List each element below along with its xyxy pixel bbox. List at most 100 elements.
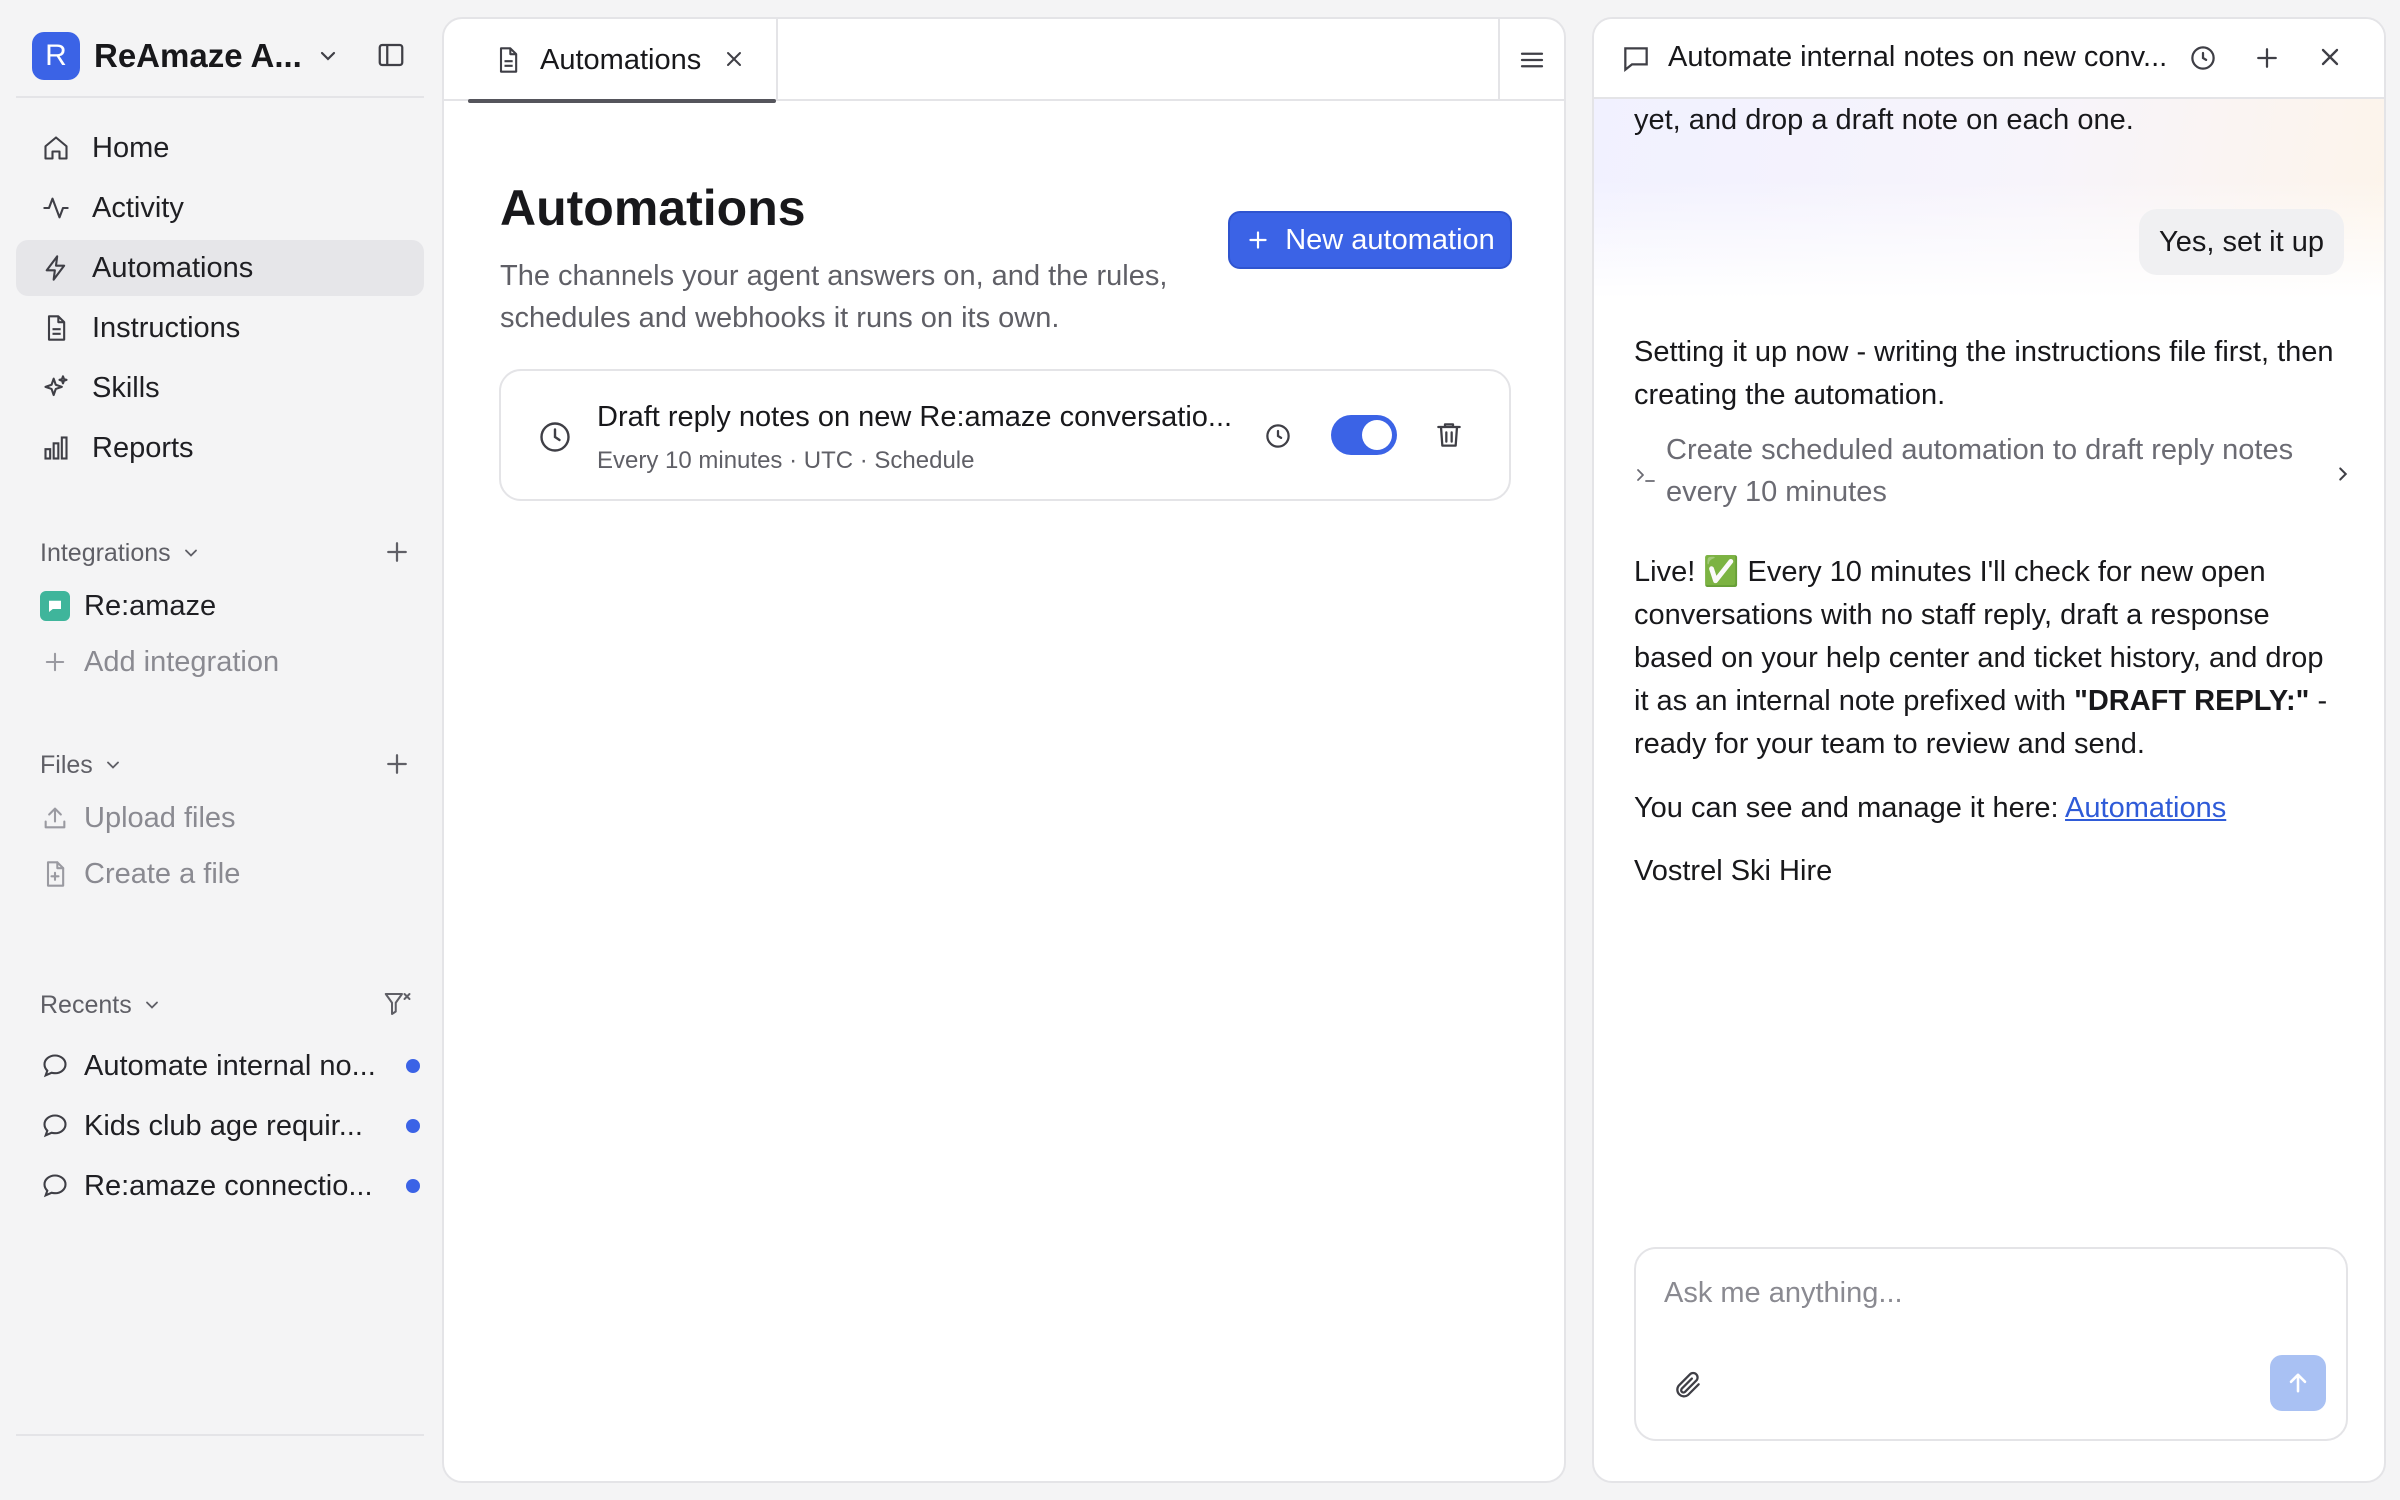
close-tab-icon[interactable] <box>722 47 746 71</box>
confirmation-line: it as an internal note prefixed with "DR… <box>1634 680 2354 723</box>
new-chat-plus-icon[interactable] <box>2252 43 2282 73</box>
close-icon[interactable] <box>2316 43 2344 71</box>
chevron-right-icon <box>2332 463 2354 485</box>
sidebar-divider <box>16 96 424 98</box>
tool-call-label: Create scheduled automation to draft rep… <box>1666 434 2294 508</box>
upload-files-button[interactable]: Upload files <box>40 794 420 842</box>
create-file-label: Create a file <box>84 857 241 890</box>
recent-item[interactable]: Re:amaze connectio... <box>40 1162 420 1210</box>
integrations-header[interactable]: Integrations <box>40 533 412 573</box>
confirmation-line: based on your help center and ticket his… <box>1634 642 2324 674</box>
file-plus-icon <box>40 859 70 889</box>
tab-automations[interactable]: Automations <box>468 19 778 103</box>
recents-header-label: Recents <box>40 990 132 1019</box>
confirmation-line: Live! ✅ Every 10 minutes I'll check for … <box>1634 556 2266 588</box>
nav-label-automations: Automations <box>92 251 254 284</box>
automation-enabled-toggle[interactable] <box>1331 415 1397 455</box>
add-integration-button[interactable]: Add integration <box>40 638 420 686</box>
upload-icon <box>40 803 70 833</box>
automations-panel: Automations Automations The channels you… <box>442 17 1566 1483</box>
confirmation-text: it as an internal note prefixed with <box>1634 685 2075 717</box>
filter-icon[interactable] <box>382 989 412 1019</box>
sparkles-icon <box>40 372 72 404</box>
nav-label-home: Home <box>92 131 170 164</box>
tool-call-row[interactable]: Create scheduled automation to draft rep… <box>1634 427 2354 523</box>
confirmation-text: - <box>2309 685 2328 717</box>
create-file-button[interactable]: Create a file <box>40 850 420 898</box>
chevron-down-icon <box>316 44 340 68</box>
plus-icon <box>40 647 70 677</box>
workspace-name: ReAmaze A... <box>94 37 302 74</box>
automation-meta: Every 10 minutes · UTC · Schedule <box>597 447 975 474</box>
chevron-down-icon <box>181 543 201 563</box>
tab-bar: Automations <box>444 19 1564 103</box>
chat-header: Automate internal notes on new conv... <box>1594 19 2384 99</box>
workspace-switcher[interactable]: R ReAmaze A... <box>16 20 424 92</box>
terminal-icon <box>1634 463 1658 487</box>
trash-icon[interactable] <box>1433 419 1465 451</box>
draft-prefix-text: "DRAFT REPLY:" <box>2074 685 2310 717</box>
home-icon <box>40 132 72 164</box>
manage-prefix: You can see and manage it here: <box>1634 792 2066 824</box>
add-integration-plus-icon[interactable] <box>382 537 412 567</box>
nav-item-instructions[interactable]: Instructions <box>16 300 424 356</box>
unread-dot <box>406 1179 420 1193</box>
sidebar: R ReAmaze A... Home Activity Automations <box>0 0 440 1500</box>
chat-input[interactable]: Ask me anything... <box>1664 1277 1903 1310</box>
nav-label-instructions: Instructions <box>92 311 241 344</box>
confirmation-line: conversations with no staff reply, draft… <box>1634 599 2270 631</box>
automation-title: Draft reply notes on new Re:amaze conver… <box>597 401 1233 433</box>
assistant-message-previous: yet, and drop a draft note on each one. <box>1634 104 2134 136</box>
upload-files-label: Upload files <box>84 801 236 834</box>
user-message: Yes, set it up <box>2139 209 2344 275</box>
recents-header[interactable]: Recents <box>40 985 412 1025</box>
history-icon[interactable] <box>2188 43 2218 73</box>
add-file-plus-icon[interactable] <box>382 749 412 779</box>
files-header[interactable]: Files <box>40 745 412 785</box>
chevron-down-icon <box>103 755 123 775</box>
recent-item-label: Kids club age requir... <box>84 1109 363 1142</box>
nav-label-reports: Reports <box>92 431 194 464</box>
chat-bubble-icon <box>40 1171 70 1201</box>
nav-item-home[interactable]: Home <box>16 120 424 176</box>
bar-chart-icon <box>40 432 72 464</box>
chevron-down-icon <box>142 995 162 1015</box>
recent-item[interactable]: Kids club age requir... <box>40 1102 420 1150</box>
recent-item-label: Re:amaze connectio... <box>84 1169 373 1202</box>
nav-label-skills: Skills <box>92 371 160 404</box>
page-description: The channels your agent answers on, and … <box>500 260 1168 334</box>
chat-bubble-icon <box>40 1111 70 1141</box>
nav-label-activity: Activity <box>92 191 184 224</box>
sidebar-toggle-icon[interactable] <box>376 40 426 70</box>
integration-label: Re:amaze <box>84 589 217 622</box>
integrations-header-label: Integrations <box>40 538 171 567</box>
menu-icon[interactable] <box>1498 19 1564 101</box>
paperclip-icon[interactable] <box>1672 1369 1704 1401</box>
signature-text: Vostrel Ski Hire <box>1634 855 1833 887</box>
chat-composer[interactable]: Ask me anything... <box>1634 1247 2348 1441</box>
integration-item-reamaze[interactable]: Re:amaze <box>40 582 420 630</box>
reamaze-logo-icon <box>40 591 70 621</box>
nav-item-skills[interactable]: Skills <box>16 360 424 416</box>
activity-icon <box>40 192 72 224</box>
nav-item-automations[interactable]: Automations <box>16 240 424 296</box>
main-nav: Home Activity Automations Instructions S… <box>16 120 424 480</box>
arrow-up-icon <box>2284 1369 2312 1397</box>
new-automation-button[interactable]: New automation <box>1228 211 1512 269</box>
nav-item-reports[interactable]: Reports <box>16 420 424 476</box>
automations-link[interactable]: Automations <box>2065 792 2226 824</box>
send-button[interactable] <box>2270 1355 2326 1411</box>
chat-bubble-icon <box>1620 43 1652 75</box>
recent-item-label: Automate internal no... <box>84 1049 376 1082</box>
new-automation-label: New automation <box>1285 223 1495 256</box>
sidebar-bottom-divider <box>16 1434 424 1436</box>
automation-card[interactable]: Draft reply notes on new Re:amaze conver… <box>499 369 1511 501</box>
history-icon[interactable] <box>1263 421 1293 451</box>
tab-label: Automations <box>540 43 702 76</box>
clock-icon <box>537 419 573 455</box>
nav-item-activity[interactable]: Activity <box>16 180 424 236</box>
document-icon <box>494 46 522 74</box>
recent-item[interactable]: Automate internal no... <box>40 1042 420 1090</box>
chat-title: Automate internal notes on new conv... <box>1668 41 2168 73</box>
files-header-label: Files <box>40 750 93 779</box>
